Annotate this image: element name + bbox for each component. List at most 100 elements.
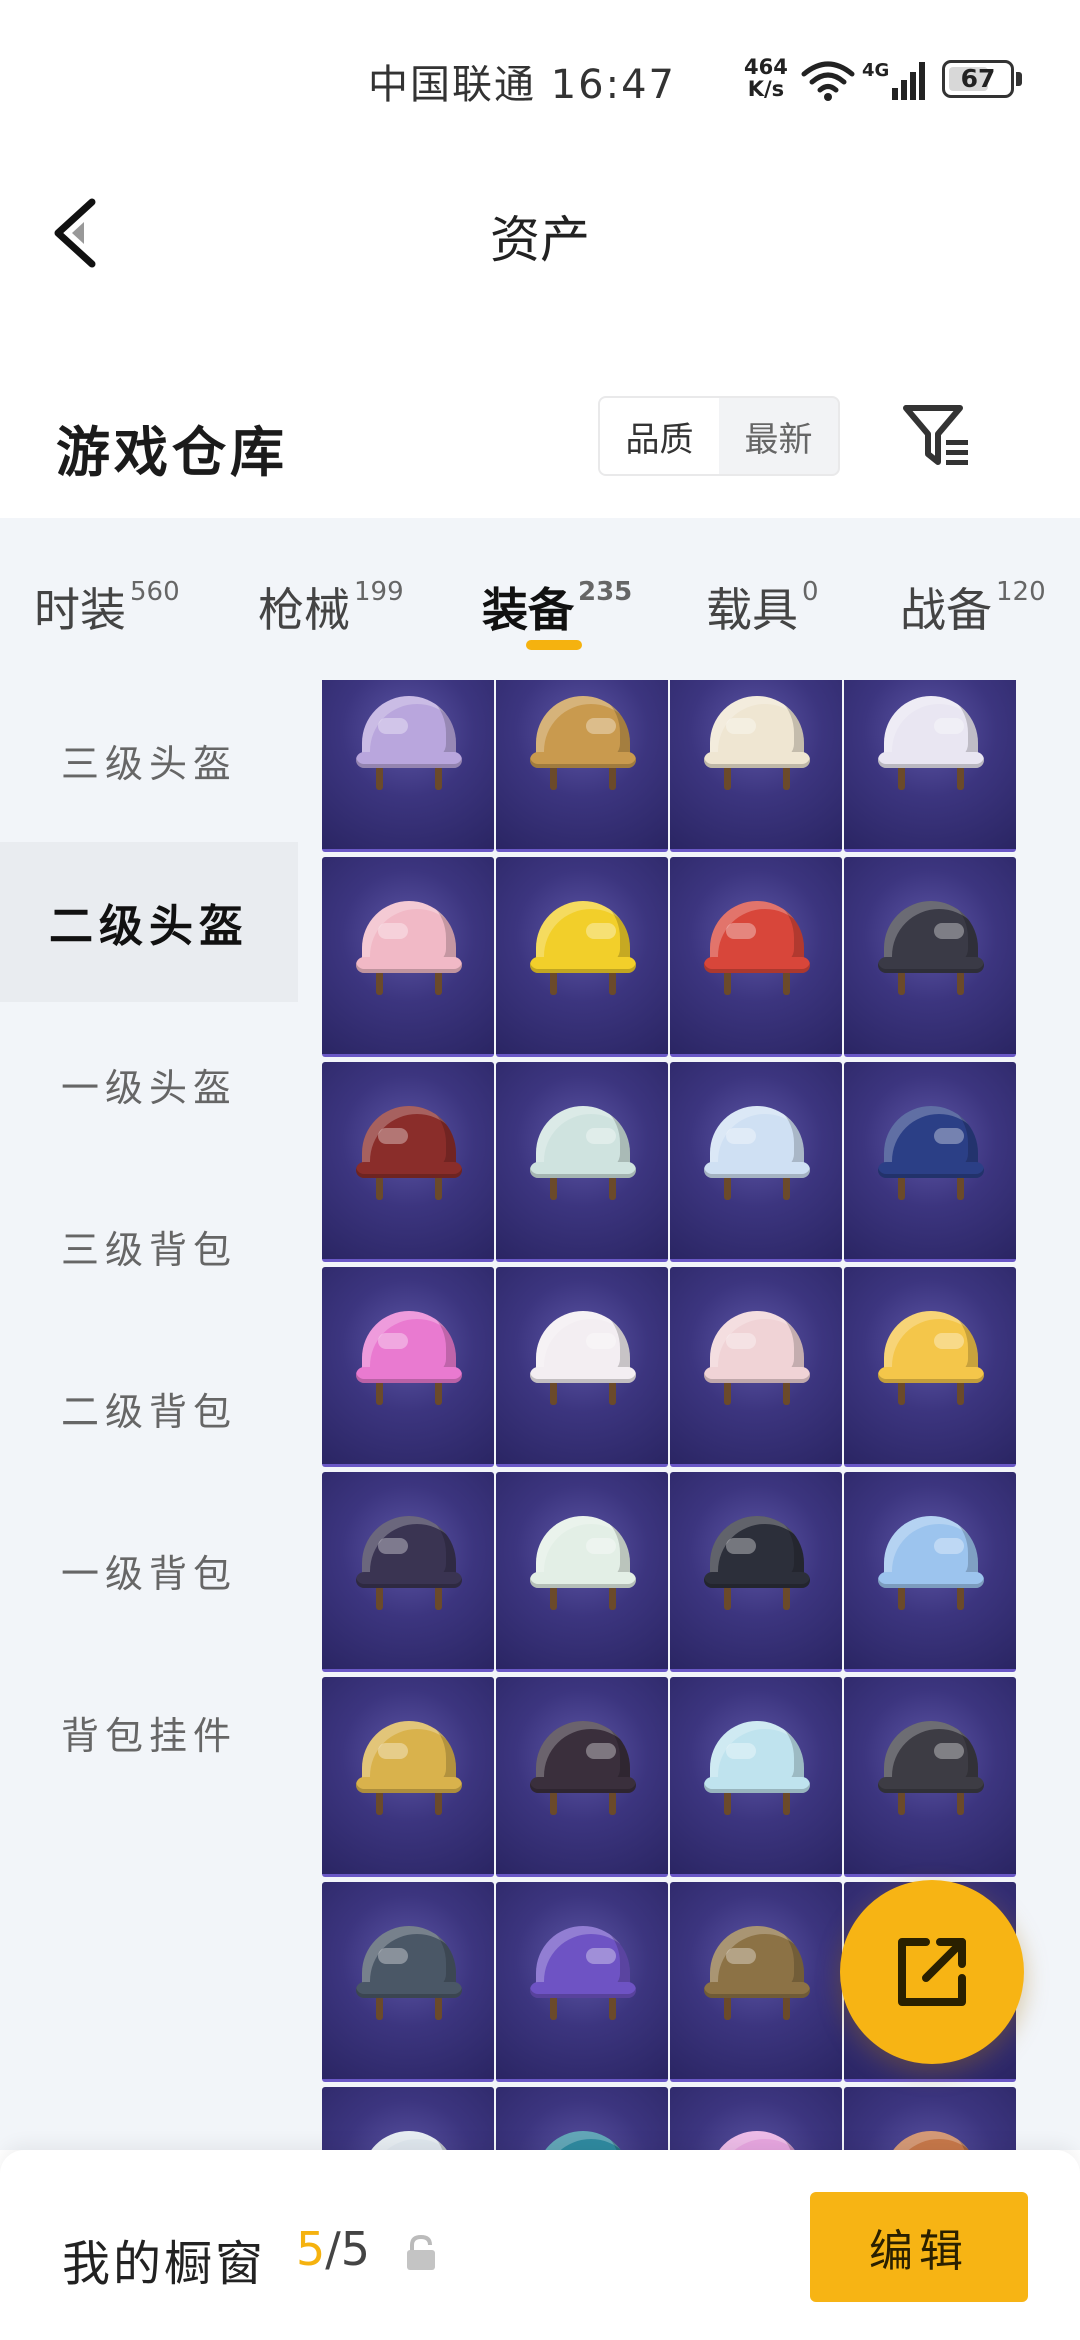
item-name <box>844 1854 1016 1868</box>
item-card[interactable] <box>496 680 668 852</box>
active-tab-indicator <box>526 640 582 650</box>
network-speed-value: 464 <box>744 55 788 79</box>
helmet-item-icon <box>356 696 462 792</box>
sidebar-item-level1-backpack[interactable]: 一级背包 <box>0 1490 298 1650</box>
item-card[interactable] <box>844 1472 1016 1672</box>
item-card[interactable] <box>670 1472 842 1672</box>
item-card[interactable] <box>670 857 842 1057</box>
bottom-bar: 我的橱窗 5/5 编辑 <box>0 2150 1080 2340</box>
helmet-item-icon <box>356 1311 462 1407</box>
tab-count: 235 <box>578 577 633 607</box>
tab-label: 枪械 <box>258 583 350 637</box>
item-card[interactable] <box>322 1062 494 1262</box>
tab-supplies[interactable]: 战备 120 <box>900 574 1046 640</box>
status-bar: 中国联通 16:47 464 K/s 4G 67 <box>0 0 1080 150</box>
item-name <box>670 829 842 843</box>
item-card[interactable] <box>496 1882 668 2082</box>
network-speed: 464 K/s <box>744 56 788 100</box>
sidebar-item-level2-helmet[interactable]: 二级头盔 <box>0 842 298 1002</box>
tab-equipment[interactable]: 装备 235 <box>482 574 632 640</box>
item-card[interactable] <box>322 1472 494 1672</box>
edit-button[interactable]: 编辑 <box>810 2192 1028 2302</box>
tab-vehicles[interactable]: 载具 0 <box>706 574 819 640</box>
sort-option-quality[interactable]: 品质 <box>600 398 719 474</box>
item-card[interactable] <box>322 857 494 1057</box>
helmet-item-icon <box>530 1311 636 1407</box>
item-name <box>844 1444 1016 1458</box>
tab-count: 560 <box>130 577 180 607</box>
item-name <box>496 1239 668 1253</box>
helmet-item-icon <box>878 1516 984 1612</box>
item-name <box>844 1649 1016 1663</box>
item-card[interactable] <box>496 1472 668 1672</box>
item-name <box>322 1854 494 1868</box>
item-name <box>322 1034 494 1048</box>
item-card[interactable] <box>844 857 1016 1057</box>
sort-option-newest[interactable]: 最新 <box>719 398 838 474</box>
item-card[interactable] <box>496 1267 668 1467</box>
item-card[interactable] <box>670 1882 842 2082</box>
item-card[interactable] <box>844 1677 1016 1877</box>
helmet-item-icon <box>530 901 636 997</box>
helmet-item-icon <box>356 1516 462 1612</box>
item-card[interactable] <box>844 1062 1016 1262</box>
helmet-item-icon <box>356 1926 462 2022</box>
helmet-item-icon <box>878 1721 984 1817</box>
sidebar-item-level2-backpack[interactable]: 二级背包 <box>0 1328 298 1488</box>
item-name <box>496 1649 668 1663</box>
item-card[interactable] <box>670 1267 842 1467</box>
showcase-count: 5/5 <box>296 2222 370 2276</box>
item-name <box>670 1444 842 1458</box>
item-name <box>670 1239 842 1253</box>
item-card[interactable] <box>670 680 842 852</box>
tab-count: 120 <box>996 577 1046 607</box>
share-external-icon <box>898 1938 966 2006</box>
item-card[interactable] <box>322 1677 494 1877</box>
tab-count: 199 <box>354 577 404 607</box>
category-tabs: 时装 560 枪械 199 装备 235 载具 0 战备 120 <box>0 518 1080 680</box>
item-card[interactable] <box>322 2087 494 2150</box>
filter-button[interactable] <box>900 400 972 470</box>
item-name <box>322 2059 494 2073</box>
helmet-item-icon <box>704 1516 810 1612</box>
tab-count: 0 <box>802 577 819 607</box>
sidebar: 三级头盔 二级头盔 一级头盔 三级背包 二级背包 一级背包 背包挂件 <box>0 680 298 2150</box>
helmet-item-icon <box>878 1311 984 1407</box>
share-button[interactable] <box>840 1880 1024 2064</box>
sidebar-item-backpack-charm[interactable]: 背包挂件 <box>0 1652 298 1812</box>
tab-fashion[interactable]: 时装 560 <box>34 574 180 640</box>
item-card[interactable] <box>844 2087 1016 2150</box>
item-card[interactable] <box>322 1267 494 1467</box>
item-name <box>844 829 1016 843</box>
tab-firearms[interactable]: 枪械 199 <box>258 574 404 640</box>
sidebar-item-level3-backpack[interactable]: 三级背包 <box>0 1166 298 1326</box>
lock-icon <box>407 2234 435 2270</box>
item-name <box>496 1854 668 1868</box>
item-name <box>844 1239 1016 1253</box>
item-card[interactable] <box>496 857 668 1057</box>
battery-indicator: 67 <box>942 60 1022 98</box>
item-card[interactable] <box>670 2087 842 2150</box>
item-card[interactable] <box>496 1062 668 1262</box>
wifi-icon <box>801 61 855 101</box>
item-card[interactable] <box>496 2087 668 2150</box>
sidebar-item-level1-helmet[interactable]: 一级头盔 <box>0 1004 298 1164</box>
item-card[interactable] <box>844 1267 1016 1467</box>
item-name <box>844 1034 1016 1048</box>
item-card[interactable] <box>496 1677 668 1877</box>
item-card[interactable] <box>844 680 1016 852</box>
item-name <box>670 2059 842 2073</box>
showcase-used: 5 <box>296 2222 326 2276</box>
item-card[interactable] <box>670 1062 842 1262</box>
helmet-item-icon <box>878 901 984 997</box>
helmet-item-icon <box>704 1311 810 1407</box>
helmet-item-icon <box>710 2131 804 2150</box>
filter-icon <box>903 405 968 465</box>
showcase-total: /5 <box>325 2222 371 2276</box>
item-card[interactable] <box>670 1677 842 1877</box>
item-card[interactable] <box>322 1882 494 2082</box>
item-card[interactable] <box>322 680 494 852</box>
sort-toggle[interactable]: 品质 最新 <box>598 396 840 476</box>
sidebar-item-level3-helmet[interactable]: 三级头盔 <box>0 680 298 840</box>
helmet-item-icon <box>530 696 636 792</box>
